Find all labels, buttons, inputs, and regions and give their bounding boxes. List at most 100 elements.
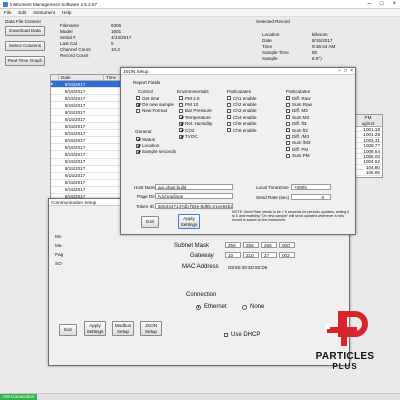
on-new-sample-checkbox[interactable] [136,102,140,107]
pm-10-checkbox[interactable] [179,102,183,107]
sum-pm-label: Sum PM [292,153,310,159]
none-option[interactable]: None [242,304,264,310]
select-columns-button[interactable]: Select Columns [5,41,45,51]
sum-pm-option[interactable]: Sum PM [286,153,312,159]
diff-m3-checkbox[interactable] [286,134,290,139]
tvoc-option[interactable]: TVOC [179,133,212,139]
sum-raw-checkbox[interactable] [286,102,290,107]
host-name-input[interactable]: api.pbair.build [155,184,233,190]
ch6-enable-checkbox[interactable] [227,128,231,133]
on-new-sample-option[interactable]: On new sample [136,101,174,107]
rel-humidity-label: Rel. Humidity [185,121,213,127]
tvoc-checkbox[interactable] [179,134,183,139]
ethernet-radio[interactable] [196,304,201,310]
maximize-icon[interactable]: □ [380,1,384,7]
location-checkbox[interactable] [136,143,140,148]
record-count-value: 10,2 [111,47,120,53]
local-timezone-label: Local TimeZone [256,185,289,190]
download-data-button[interactable]: Download Data [5,26,45,36]
particulates-checkbox-list: Ch1 enable Ch2 enable Ch3 enable Ch4 enable… [227,95,257,133]
menu-edit[interactable]: Edit [18,10,26,15]
ch2-enable-checkbox[interactable] [227,102,231,107]
menu-help[interactable]: Help [62,10,71,15]
column-date-header[interactable]: Date [59,75,105,80]
subnet-octet-2[interactable]: 255 [243,242,259,248]
ch3-enable-checkbox[interactable] [227,108,231,113]
sample-seconds-checkbox[interactable] [136,149,140,154]
subnet-octet-1[interactable]: 255 [225,242,241,248]
menu-instrument[interactable]: Instrument [33,10,55,15]
json-exit-button[interactable]: Exit [141,216,159,228]
diff-ft3-checkbox[interactable] [286,121,290,126]
subnet-octet-4[interactable]: 000 [279,242,295,248]
subnet-octet-3[interactable]: 255 [261,242,277,248]
gateway-octet-4[interactable]: 002 [279,252,295,258]
menu-file[interactable]: File [4,10,11,15]
pm-column-unit: ug/m3 [361,120,375,126]
use-dhcp-checkbox[interactable] [224,333,228,337]
send-rate-input[interactable]: 0 [291,194,331,200]
selected-record-labels: Location Date Time Sample Time Sample [262,32,289,62]
json-apply-settings-button[interactable]: Apply Settings [178,214,200,229]
date-cell: 8/15/2017 [64,88,86,94]
file-info-labels: Filename Model Serial # Last Cal Channel… [60,23,91,60]
none-radio[interactable] [242,304,247,310]
selected-record-header: Selected Record [256,19,290,24]
comm-exit-button[interactable]: Exit [59,324,77,336]
sum-ft3-checkbox[interactable] [286,128,290,133]
new-format-option[interactable]: New Format [136,108,174,114]
sum-pm-checkbox[interactable] [286,153,290,158]
pm-10-label: PM 10 [185,102,199,108]
ch6-enable-option[interactable]: Ch6 enable [227,127,257,133]
title-bar: Instrument Management Software 2.5.2.57 … [0,0,400,9]
rel-humidity-checkbox[interactable] [179,121,183,126]
sum-m3-checkbox[interactable] [286,140,290,145]
get-time-checkbox[interactable] [136,96,140,101]
gateway-octet-3[interactable]: 27 [261,252,277,258]
sample-seconds-option[interactable]: Sample seconds [136,149,176,155]
mac-address-label: MAC Address [182,264,219,270]
diff-raw-checkbox[interactable] [286,96,290,101]
logo-mark-icon [325,311,368,346]
modbus-setup-button[interactable]: Modbus Setup [112,321,134,336]
json-close-icon[interactable]: × [350,68,353,74]
diff-m3-checkbox[interactable] [286,108,290,113]
menu-bar: File Edit Instrument Help [0,9,400,17]
pm-2-5-checkbox[interactable] [179,96,183,101]
sum-m3-checkbox[interactable] [286,115,290,120]
page-dir-input[interactable]: /v1/readings [155,193,233,199]
json-maximize-icon[interactable]: □ [344,68,347,74]
date-cell: 8/15/2017 [64,187,86,193]
gateway-label: Gateway [190,253,214,259]
ch5-enable-checkbox[interactable] [227,121,231,126]
pm-grid[interactable]: PM ug/m3 1001.19 1001.28 1003.31 1009.77 100… [353,114,383,178]
minimize-icon[interactable]: – [368,1,371,7]
json-setup-button[interactable]: JSON Setup [140,321,162,336]
json-title-bar: JSON Setup – □ × [121,68,355,75]
diff-pm-checkbox[interactable] [286,147,290,152]
date-cell: 8/15/2017 [64,95,86,101]
ch6-enable-label: Ch6 enable [233,127,257,133]
real-time-graph-button[interactable]: Real-Time Graph [5,56,45,66]
date-cell: 8/15/2017 [64,144,86,150]
gateway-octet-1[interactable]: 10 [225,252,241,258]
status-checkbox[interactable] [136,137,140,142]
new-format-checkbox[interactable] [136,108,140,113]
comm-side-labels: Mo Ma Pag SO [55,232,63,268]
json-minimize-icon[interactable]: – [338,68,341,74]
ch4-enable-checkbox[interactable] [227,115,231,120]
ch1-enable-checkbox[interactable] [227,96,231,101]
temperature-checkbox[interactable] [179,115,183,120]
window-title: Instrument Management Software 2.5.2.57 [10,1,98,7]
bar-pressure-checkbox[interactable] [179,108,183,113]
ethernet-option[interactable]: Ethernet [196,304,227,310]
close-icon[interactable]: × [392,1,396,7]
use-dhcp-option[interactable]: Use DHCP [224,332,260,338]
local-timezone-input[interactable]: +0800 [291,184,331,190]
co2-checkbox[interactable] [179,128,183,133]
token-id-input[interactable]: 5063447147db-f93e-8d9b-21ee84b2656e [155,203,233,209]
gateway-octet-2[interactable]: 210 [243,252,259,258]
comm-apply-settings-button[interactable]: Apply Settings [84,321,106,336]
new-format-label: New Format [142,108,168,114]
logo-brand-text: PARTICLES [315,351,375,362]
